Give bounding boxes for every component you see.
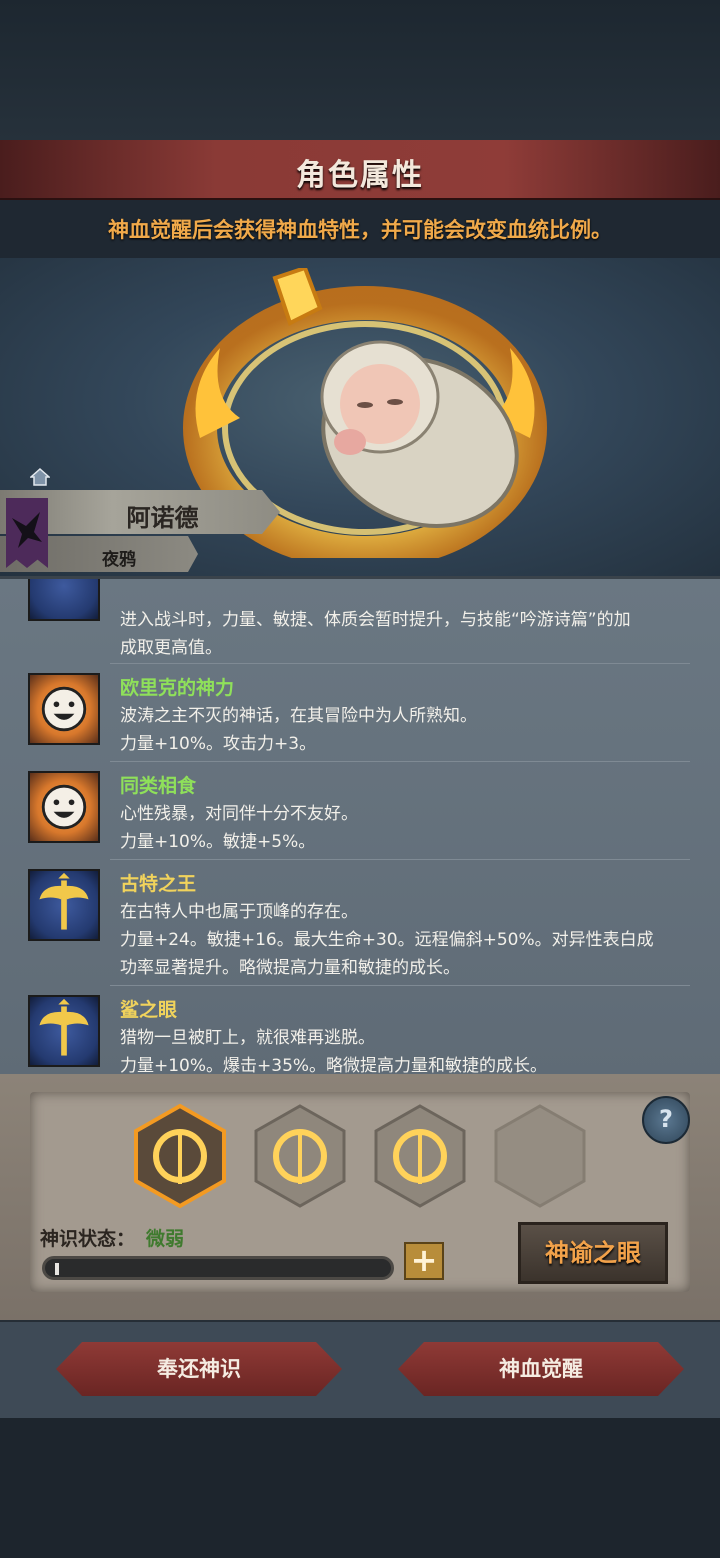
trait-effect: 力量+24。敏捷+16。最大生命+30。远程偏斜+50%。对异性表白成 (120, 930, 654, 950)
home-icon[interactable] (30, 468, 50, 486)
trait-desc: 心性残暴，对同伴十分不友好。 (120, 804, 358, 824)
double-axe-icon (28, 995, 100, 1067)
smiley-sun-icon (28, 771, 100, 843)
return-divine-button[interactable]: 奉还神识 (56, 1342, 342, 1396)
title-bar: 角色属性 (0, 140, 720, 200)
trait-desc: 波涛之主不灭的神话，在其冒险中为人所熟知。 (120, 706, 477, 726)
blood-awaken-button[interactable]: 神血觉醒 (398, 1342, 684, 1396)
trait-effect: 力量+10%。爆击+35%。略微提高力量和敏捷的成长。 (120, 1056, 548, 1076)
divider (110, 985, 690, 986)
flame-sigil-slot-1[interactable] (134, 1104, 226, 1208)
subtitle-text: 神血觉醒后会获得神血特性，并可能会改变血统比例。 (108, 218, 612, 242)
help-button[interactable]: ? (642, 1096, 690, 1144)
faction-name: 夜鸦 (102, 550, 136, 570)
raven-flag-icon (6, 498, 48, 568)
trait-name: 鲨之眼 (120, 999, 178, 1021)
add-button[interactable]: + (404, 1242, 444, 1280)
trait-name: 古特之王 (120, 873, 197, 895)
trait-desc: 在古特人中也属于顶峰的存在。 (120, 902, 358, 922)
trait-desc-line: 进入战斗时，力量、敏捷、体质会暂时提升，与技能“吟游诗篇”的加 (120, 610, 631, 630)
flame-sigil-slot-2[interactable] (254, 1104, 346, 1208)
flame-sigil-slot-3[interactable] (374, 1104, 466, 1208)
subtitle-bar: 神血觉醒后会获得神血特性，并可能会改变血统比例。 (0, 200, 720, 258)
top-background (0, 0, 720, 140)
oracle-eye-button[interactable]: 神谕之眼 (518, 1222, 668, 1284)
page-title: 角色属性 (296, 158, 424, 193)
status-label: 神识状态： (40, 1228, 136, 1250)
status-value: 微弱 (146, 1228, 185, 1250)
divider (110, 663, 690, 664)
progress-fill (55, 1263, 59, 1275)
double-axe-icon (28, 869, 100, 941)
trait-name: 欧里克的神力 (120, 677, 235, 699)
bottom-background (0, 1418, 720, 1558)
trait-effect: 功率显著提升。略微提高力量和敏捷的成长。 (120, 958, 460, 978)
trait-effect: 力量+10%。攻击力+3。 (120, 734, 317, 754)
empty-slot[interactable] (494, 1104, 586, 1208)
smiley-sun-icon (28, 673, 100, 745)
divider (110, 859, 690, 860)
trait-desc: 猎物一旦被盯上，就很难再逃脱。 (120, 1028, 375, 1048)
swaddled-baby-illustration (320, 340, 519, 528)
trait-name: 同类相食 (120, 775, 197, 797)
divider (110, 761, 690, 762)
double-axe-icon (28, 579, 100, 621)
divine-progress-bar (42, 1256, 394, 1280)
trait-list[interactable]: 进入战斗时，力量、敏捷、体质会暂时提升，与技能“吟游诗篇”的加 成取更高值。 欧… (0, 576, 720, 1077)
trait-desc-line: 成取更高值。 (120, 638, 222, 658)
trait-effect: 力量+10%。敏捷+5%。 (120, 832, 316, 852)
